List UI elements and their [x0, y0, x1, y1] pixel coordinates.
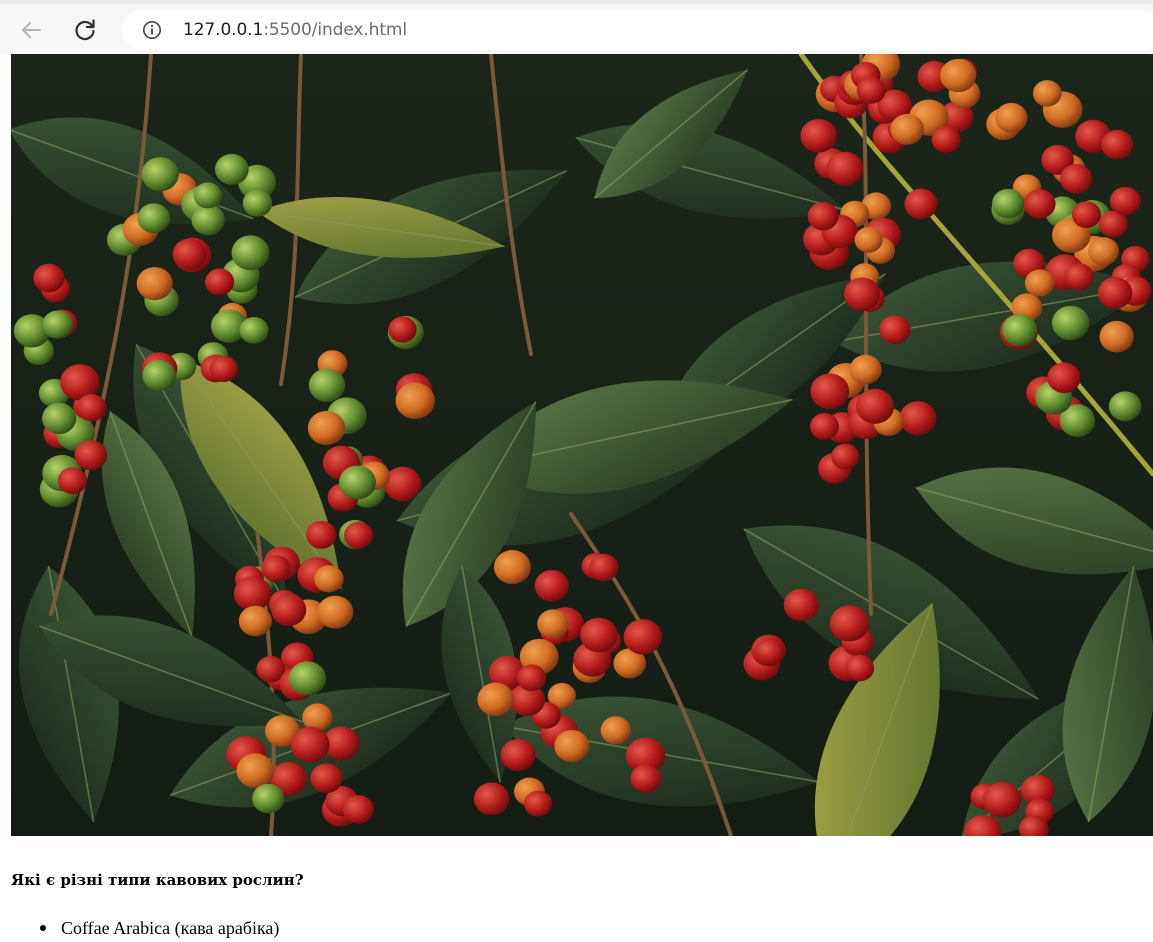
plant-types-question: Які є різні типи кавових рослин?: [11, 871, 304, 889]
plant-types-list: Coffae Arabica (кава арабіка): [0, 916, 279, 940]
page-viewport: Які є різні типи кавових рослин? Coffae …: [0, 54, 1153, 942]
plant-type-label: Coffae Arabica (кава арабіка): [61, 918, 280, 938]
url-path: :5500/index.html: [263, 20, 407, 40]
url-host: 127.0.0.1: [183, 20, 264, 40]
reload-icon[interactable]: [72, 17, 98, 43]
browser-toolbar: 127.0.0.1:5500/index.html: [0, 0, 1153, 54]
bullet-dot: [40, 925, 46, 931]
coffee-plant-photo: [11, 54, 1153, 836]
address-bar[interactable]: 127.0.0.1:5500/index.html: [122, 10, 1153, 50]
back-arrow-icon[interactable]: [18, 17, 44, 43]
info-icon[interactable]: [142, 20, 162, 40]
url-text[interactable]: 127.0.0.1:5500/index.html: [183, 20, 407, 40]
list-item: Coffae Arabica (кава арабіка): [0, 916, 279, 940]
